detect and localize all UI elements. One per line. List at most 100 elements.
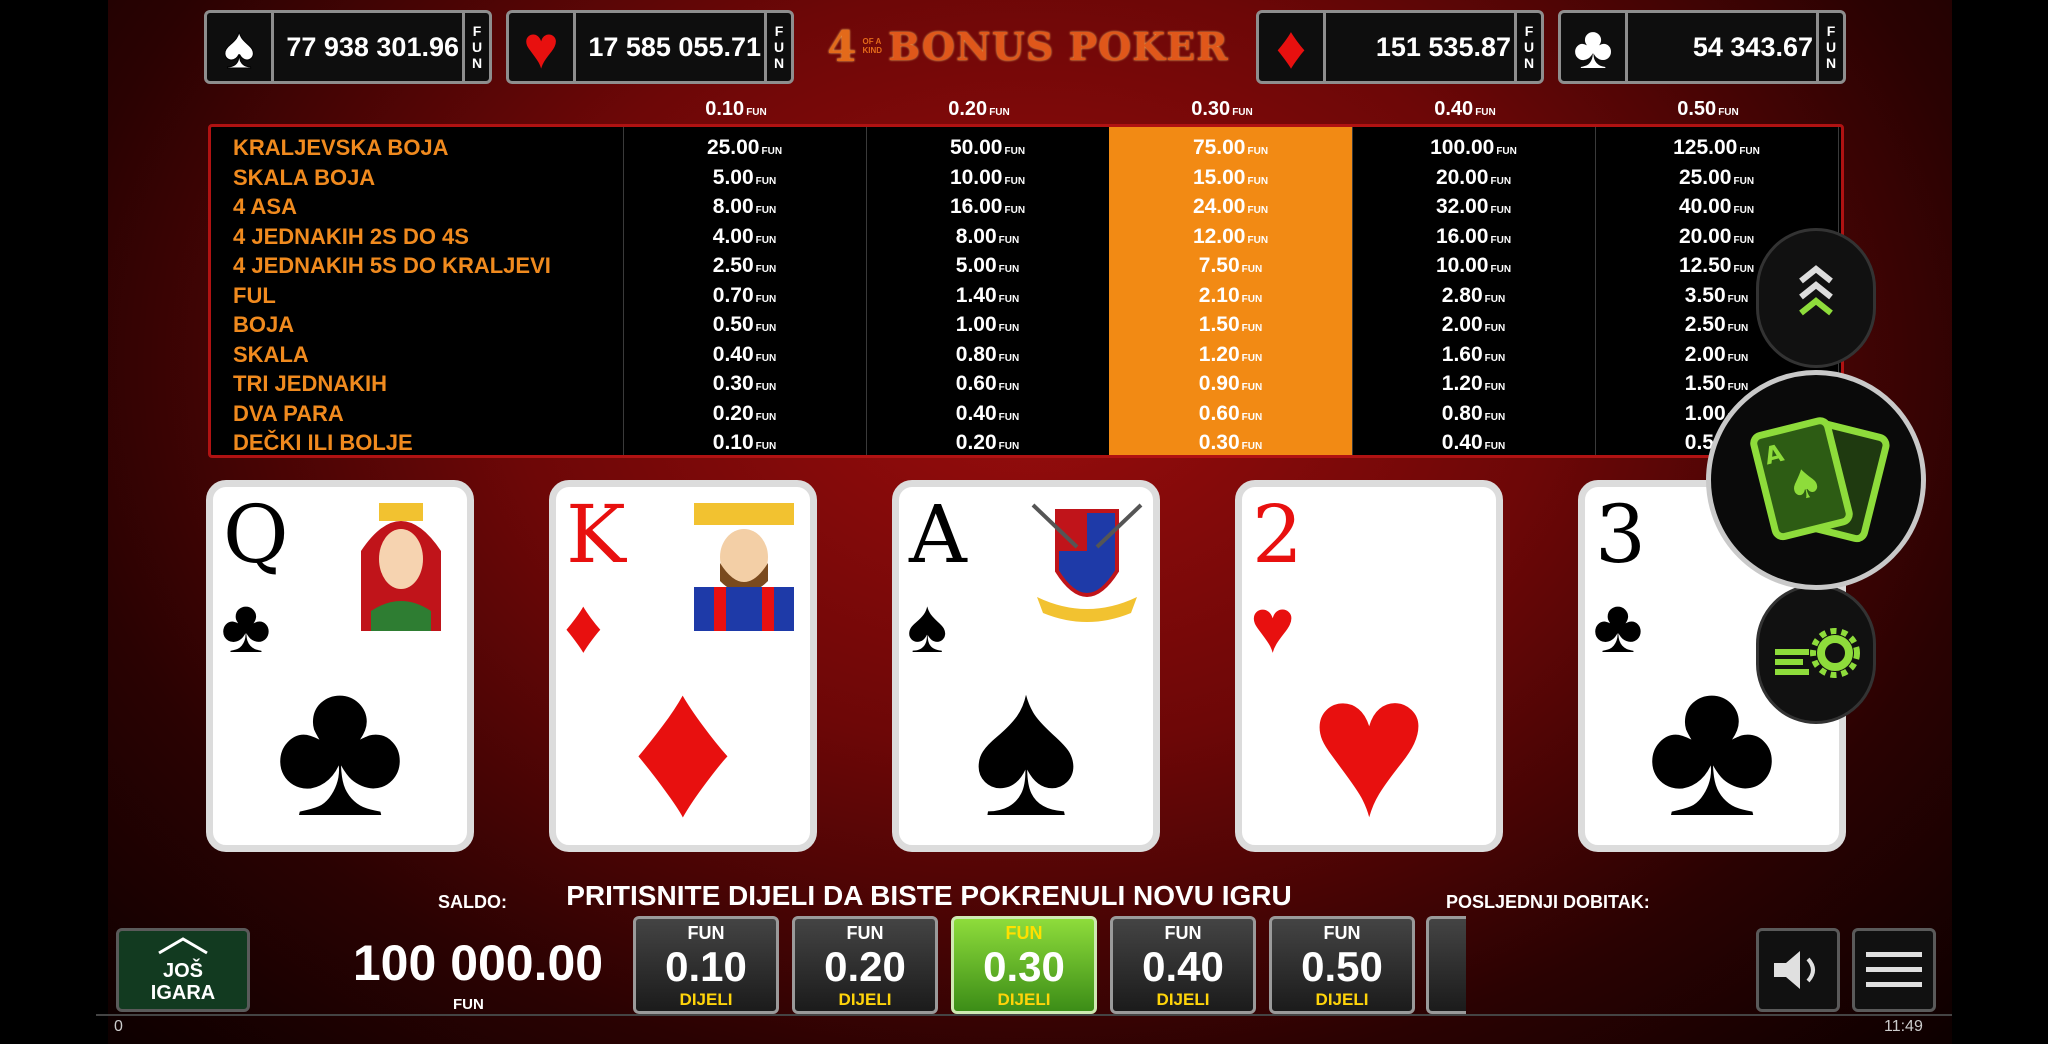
bet-button-action: DIJELI xyxy=(679,990,733,1009)
hamburger-icon xyxy=(1866,952,1922,987)
paytable-hand-name: BOJA xyxy=(233,312,295,337)
card-rank: A xyxy=(909,488,967,581)
paytable-payout: 25.00 FUN xyxy=(1678,165,1755,189)
paytable-payout: 16.00 FUN xyxy=(1435,224,1512,248)
paytable-payout: 0.70 FUN xyxy=(712,283,777,307)
balance-label: SALDO: xyxy=(438,892,507,912)
bet-header: 0.40 FUN xyxy=(1434,98,1496,120)
deal-bet-button[interactable]: FUN 0.10 DIJELI xyxy=(633,916,779,1014)
sound-button[interactable] xyxy=(1756,928,1840,1012)
paytable-hand-name: TRI JEDNAKIH xyxy=(233,371,388,396)
spade-icon: ♠ xyxy=(207,13,274,81)
card-suit-large: ♦ xyxy=(631,635,735,852)
paytable-payout: 0.10 FUN xyxy=(712,431,777,454)
paytable-payout: 12.00 FUN xyxy=(1192,224,1269,248)
playing-card[interactable]: A ♠ ♠ xyxy=(892,480,1160,852)
paytable-payout: 15.00 FUN xyxy=(1192,165,1269,189)
king-portrait xyxy=(694,503,794,631)
paytable-payout: 24.00 FUN xyxy=(1192,195,1269,218)
jackpot-clubs: ♣ 54 343.67 FUN xyxy=(1558,10,1846,84)
deal-bet-button[interactable]: FUN 0.20 DIJELI xyxy=(792,916,938,1014)
deal-button[interactable]: A ♠ xyxy=(1706,370,1926,590)
queen-portrait xyxy=(361,503,441,631)
autoplay-settings-button[interactable] xyxy=(1756,584,1876,724)
cards-icon: A ♠ xyxy=(1750,417,1890,543)
paytable-payout: 5.00 FUN xyxy=(955,254,1020,277)
playing-card[interactable]: 2 ♥ ♥ xyxy=(1235,480,1503,852)
paytable: KRALJEVSKA BOJA SKALA BOJA 4 ASA 4 JEDNAKIH… xyxy=(208,124,1844,458)
paytable-payout: 0.30 FUN xyxy=(1198,431,1263,454)
more-games-line2: IGARA xyxy=(150,982,216,1004)
paytable-payout: 50.00 FUN xyxy=(949,136,1026,159)
paytable-payout: 0.40 FUN xyxy=(1441,431,1506,454)
crest-portrait xyxy=(1031,503,1143,622)
paytable-payout: 1.20 FUN xyxy=(1198,342,1263,366)
game-logo: 4 OF A KIND BONUS POKER xyxy=(827,21,1229,71)
deal-bet-button[interactable]: FUN 0.50 DIJELI xyxy=(1269,916,1415,1014)
bet-button-action: DIJELI xyxy=(1315,990,1369,1009)
playing-card[interactable]: Q ♣ ♣ xyxy=(206,480,474,852)
paytable-payout: 5.00 FUN xyxy=(712,165,777,189)
paytable-column: 75.00 FUN 15.00 FUN 24.00 FUN 12.00 FUN 7.50 FUN 2… xyxy=(1109,127,1353,455)
more-games-button[interactable]: JOŠ IGARA xyxy=(116,928,250,1012)
deal-bet-button[interactable]: FUN 0.30 DIJELI xyxy=(951,916,1097,1014)
paytable-payout: 0.20 FUN xyxy=(955,431,1020,454)
card-suit-large: ♣ xyxy=(274,635,406,852)
paytable-payout: 0.60 FUN xyxy=(955,372,1020,395)
paytable-payout: 40.00 FUN xyxy=(1678,195,1755,218)
paytable-payout: 1.40 FUN xyxy=(955,283,1020,307)
paytable-payout: 0.90 FUN xyxy=(1198,372,1263,395)
bet-button-top: FUN xyxy=(1005,923,1043,943)
status-divider xyxy=(96,1014,1952,1016)
card-rank: 2 xyxy=(1252,488,1303,581)
bet-max-button[interactable] xyxy=(1756,228,1876,368)
paytable-column: 100.00 FUN 20.00 FUN 32.00 FUN 16.00 FUN 10.00 FU… xyxy=(1352,127,1596,455)
card-rank: K xyxy=(566,488,626,581)
jackpot-value: 17 585 055.71 xyxy=(588,32,761,62)
card-suit-large: ♥ xyxy=(1309,635,1429,852)
menu-button[interactable] xyxy=(1852,928,1936,1012)
bet-button-value: 0.30 xyxy=(983,943,1065,990)
game-stage: ♠ 77 938 301.96 FUN ♥ 17 585 055.71 FUN … xyxy=(108,0,1952,1044)
bet-button-action: DIJELI xyxy=(997,990,1051,1009)
balance-unit: FUN xyxy=(453,996,484,1013)
paytable-payout: 1.60 FUN xyxy=(1441,342,1506,366)
speaker-icon xyxy=(1774,951,1815,989)
bet-button-top: FUN xyxy=(1164,923,1202,943)
paytable-payout: 2.80 FUN xyxy=(1441,283,1506,307)
paytable-payout: 7.50 FUN xyxy=(1198,254,1263,277)
bet-button-value: 0.20 xyxy=(824,943,906,990)
paytable-payout: 0.80 FUN xyxy=(955,342,1020,366)
jackpot-unit: FUN xyxy=(462,13,489,81)
jackpot-unit: FUN xyxy=(1816,13,1843,81)
playing-card[interactable]: K ♦ ♦ xyxy=(549,480,817,852)
paytable-payout: 0.40 FUN xyxy=(712,342,777,366)
paytable-hand-name: FUL xyxy=(233,282,276,308)
paytable-payout: 10.00 FUN xyxy=(1435,254,1512,277)
heart-icon: ♥ xyxy=(509,13,576,81)
bet-button-value: 0.40 xyxy=(1142,943,1224,990)
paytable-payout: 2.50 FUN xyxy=(712,254,777,277)
bet-header: 0.30 FUN xyxy=(1191,98,1253,120)
paytable-hand-name: KRALJEVSKA BOJA xyxy=(233,135,449,160)
jackpot-spades: ♠ 77 938 301.96 FUN xyxy=(204,10,492,84)
chevrons-up-icon xyxy=(1799,265,1833,316)
card-rank: 3 xyxy=(1595,488,1646,581)
paytable-hand-names: KRALJEVSKA BOJA SKALA BOJA 4 ASA 4 JEDNAKIH… xyxy=(211,127,624,455)
more-games-line1: JOŠ xyxy=(162,960,204,982)
paytable-payout: 0.30 FUN xyxy=(712,372,777,395)
jackpot-unit: FUN xyxy=(1514,13,1541,81)
bet-button-top: FUN xyxy=(846,923,884,943)
paytable-payout: 8.00 FUN xyxy=(712,195,777,218)
card-suit-large: ♠ xyxy=(972,635,1080,852)
paytable-payout: 0.60 FUN xyxy=(1198,401,1263,425)
jackpot-diamonds: ♦ 151 535.87 FUN xyxy=(1256,10,1544,84)
deal-bet-button[interactable]: FUN 0.40 DIJELI xyxy=(1110,916,1256,1014)
bet-button-partial[interactable] xyxy=(1426,916,1466,1014)
paytable-hand-name: 4 ASA xyxy=(233,194,297,219)
last-win-label: POSLJEDNJI DOBITAK: xyxy=(1446,892,1650,912)
paytable-payout: 32.00 FUN xyxy=(1435,195,1512,218)
paytable-payout: 8.00 FUN xyxy=(955,224,1020,248)
paytable-hand-name: SKALA BOJA xyxy=(233,164,376,190)
jackpot-value: 54 343.67 xyxy=(1692,32,1813,62)
